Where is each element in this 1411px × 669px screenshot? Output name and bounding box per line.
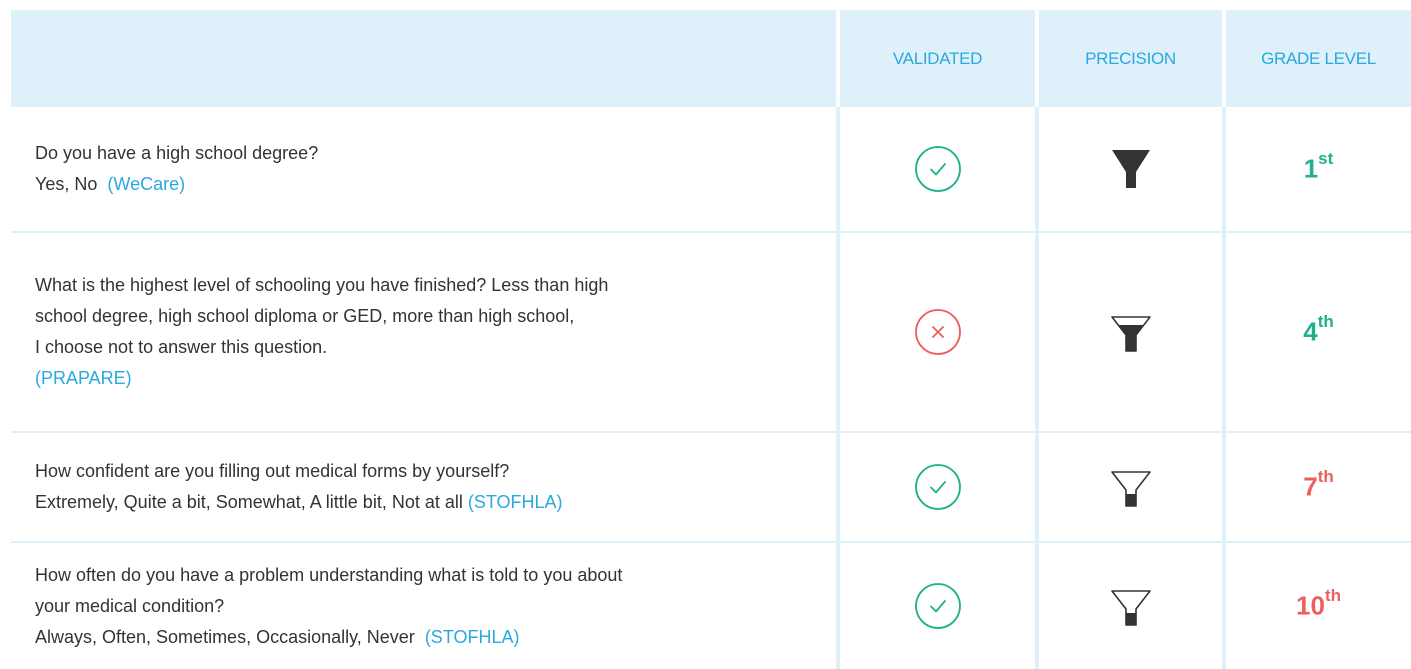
answer-options: Yes, No xyxy=(35,174,103,194)
validated-cell xyxy=(840,107,1035,233)
question-cell: Do you have a high school degree? Yes, N… xyxy=(11,107,836,233)
check-circle-icon xyxy=(914,583,961,629)
validated-cell xyxy=(840,433,1035,543)
precision-cell xyxy=(1039,543,1222,669)
validated-cell xyxy=(840,543,1035,669)
funnel-outline-icon xyxy=(1110,471,1151,507)
funnel-half-icon xyxy=(1110,316,1151,352)
grade-cell: 10th xyxy=(1226,543,1411,669)
question-cell: What is the highest level of schooling y… xyxy=(11,233,836,433)
answer-options: Always, Often, Sometimes, Occasionally, … xyxy=(35,626,420,647)
question-line: How often do you have a problem understa… xyxy=(35,564,623,585)
source-link[interactable]: (STOFHLA) xyxy=(425,627,520,647)
header-precision: PRECISION xyxy=(1039,10,1222,107)
question-cell: How often do you have a problem understa… xyxy=(11,543,836,669)
check-circle-icon xyxy=(914,146,961,192)
precision-cell xyxy=(1039,107,1222,233)
header-validated: VALIDATED xyxy=(840,10,1035,107)
precision-cell xyxy=(1039,433,1222,543)
header-question xyxy=(11,10,836,107)
grade-cell: 4th xyxy=(1226,233,1411,433)
question-cell: How confident are you filling out medica… xyxy=(11,433,836,543)
grade-level: 7th xyxy=(1303,467,1334,502)
precision-cell xyxy=(1039,233,1222,433)
header-grade-level: GRADE LEVEL xyxy=(1226,10,1411,107)
question-line: Do you have a high school degree? xyxy=(35,143,319,163)
question-line: I choose not to answer this question. xyxy=(35,337,328,357)
source-link[interactable]: (STOFHLA) xyxy=(468,492,563,512)
grade-level: 4th xyxy=(1303,312,1334,347)
cross-circle-icon xyxy=(914,309,961,355)
validated-cell xyxy=(840,233,1035,433)
check-circle-icon xyxy=(914,464,961,510)
funnel-outline-icon xyxy=(1110,590,1151,626)
grade-cell: 7th xyxy=(1226,433,1411,543)
question-line: How confident are you filling out medica… xyxy=(35,461,510,481)
grade-level: 10th xyxy=(1296,586,1341,621)
answer-options: Extremely, Quite a bit, Somewhat, A litt… xyxy=(35,492,468,512)
funnel-filled-icon xyxy=(1111,150,1150,188)
screening-table: VALIDATED PRECISION GRADE LEVEL Do you h… xyxy=(11,10,1411,669)
grade-cell: 1st xyxy=(1226,107,1411,233)
question-line: What is the highest level of schooling y… xyxy=(35,275,609,295)
question-line: your medical condition? xyxy=(35,595,225,616)
source-link[interactable]: (WeCare) xyxy=(107,174,185,194)
source-link[interactable]: (PRAPARE) xyxy=(35,363,608,394)
grade-level: 1st xyxy=(1303,149,1334,184)
question-line: school degree, high school diploma or GE… xyxy=(35,306,575,326)
